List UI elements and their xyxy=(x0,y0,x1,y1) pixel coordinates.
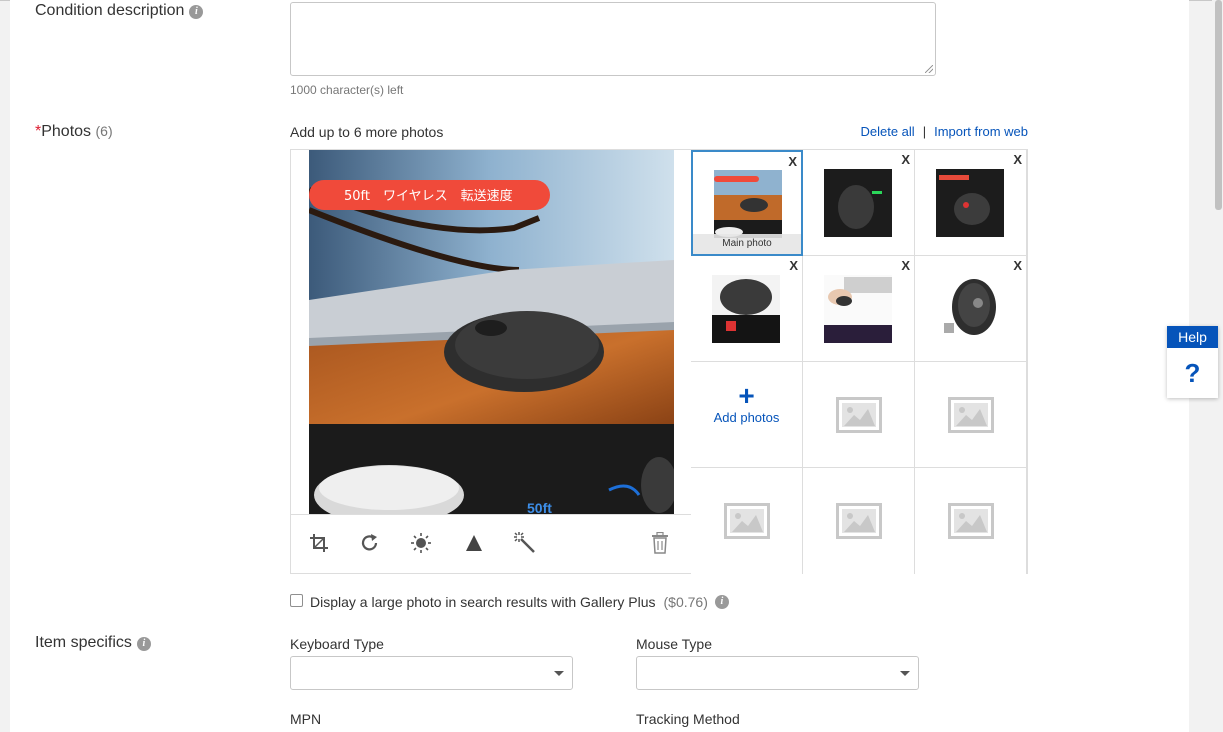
auto-enhance-wand-icon[interactable] xyxy=(512,530,538,556)
image-placeholder-icon xyxy=(948,397,994,433)
mpn-label: MPN xyxy=(290,711,322,727)
photo-banner-text: 50ft ワイヤレス 転送速度 xyxy=(344,189,513,204)
image-placeholder-icon xyxy=(948,503,994,539)
crop-icon[interactable] xyxy=(306,530,332,556)
image-placeholder-icon xyxy=(724,503,770,539)
add-photos-hint: Add up to 6 more photos xyxy=(290,124,444,140)
condition-description-label: Condition description i xyxy=(35,2,204,20)
info-icon[interactable]: i xyxy=(714,595,729,609)
info-icon[interactable]: i xyxy=(189,5,204,19)
empty-photo-slot[interactable] xyxy=(915,362,1027,468)
photo-thumb-main[interactable]: Main photo X xyxy=(691,150,803,256)
resize-grip-icon[interactable] xyxy=(925,65,933,73)
large-photo-preview: 50ft ワイヤレス 転送速度 50ft xyxy=(309,150,674,514)
condition-description-textarea[interactable] xyxy=(290,2,936,76)
remove-photo-2-button[interactable]: X xyxy=(901,152,910,167)
help-widget[interactable]: Help ? xyxy=(1167,326,1218,398)
link-separator: | xyxy=(922,124,927,139)
item-specifics-label: Item specifics i xyxy=(35,634,151,652)
add-photos-label: Add photos xyxy=(713,410,780,425)
item-specifics-text: Item specifics xyxy=(35,634,132,651)
photo-thumbnail-grid: Main photo X X X X X X + Add photos xyxy=(691,149,1028,574)
mouse-type-label: Mouse Type xyxy=(636,636,713,652)
delete-all-link[interactable]: Delete all xyxy=(860,124,914,139)
thumb-image xyxy=(824,275,892,343)
empty-photo-slot[interactable] xyxy=(803,468,915,574)
help-label[interactable]: Help xyxy=(1167,326,1218,348)
thumb-image xyxy=(936,275,1004,343)
brightness-icon[interactable] xyxy=(408,530,434,556)
delete-photo-trash-icon[interactable] xyxy=(647,530,673,556)
import-from-web-link[interactable]: Import from web xyxy=(934,124,1028,139)
photo-thumb-4[interactable]: X xyxy=(691,256,803,362)
photo-thumb-2[interactable]: X xyxy=(803,150,915,256)
remove-photo-3-button[interactable]: X xyxy=(1013,152,1022,167)
plus-icon: + xyxy=(738,380,755,411)
photo-badge-text: 50ft xyxy=(527,500,552,514)
chevron-down-icon xyxy=(554,671,564,676)
remove-photo-6-button[interactable]: X xyxy=(1013,258,1022,273)
thumb-image xyxy=(712,275,780,343)
photo-thumb-3[interactable]: X xyxy=(915,150,1027,256)
keyboard-type-select[interactable] xyxy=(290,656,573,690)
contrast-icon[interactable] xyxy=(461,530,487,556)
empty-photo-slot[interactable] xyxy=(691,468,803,574)
gallery-plus-label[interactable]: Display a large photo in search results … xyxy=(310,594,656,610)
remove-photo-1-button[interactable]: X xyxy=(788,154,797,169)
photo-thumb-5[interactable]: X xyxy=(803,256,915,362)
tracking-method-label: Tracking Method xyxy=(636,711,740,727)
image-placeholder-icon xyxy=(836,503,882,539)
photo-thumb-6[interactable]: X xyxy=(915,256,1027,362)
photo-edit-toolbar xyxy=(291,514,691,573)
photo-actions: Delete all | Import from web xyxy=(860,124,1028,139)
remove-photo-5-button[interactable]: X xyxy=(901,258,910,273)
add-photos-button[interactable]: + Add photos xyxy=(691,362,803,468)
keyboard-type-label: Keyboard Type xyxy=(290,636,384,652)
remove-photo-4-button[interactable]: X xyxy=(789,258,798,273)
image-placeholder-icon xyxy=(836,397,882,433)
info-icon[interactable]: i xyxy=(136,637,151,651)
gallery-plus-checkbox[interactable] xyxy=(290,593,303,607)
photos-count: (6) xyxy=(95,123,113,139)
chevron-down-icon xyxy=(900,671,910,676)
thumb-image xyxy=(936,169,1004,237)
main-photo-label: Main photo xyxy=(693,234,801,254)
rotate-icon[interactable] xyxy=(357,530,383,556)
characters-left: 1000 character(s) left xyxy=(290,83,404,97)
gallery-plus-price: ($0.76) xyxy=(663,594,708,610)
empty-photo-slot[interactable] xyxy=(803,362,915,468)
empty-photo-slot[interactable] xyxy=(915,468,1027,574)
thumb-image xyxy=(824,169,892,237)
condition-description-text: Condition description xyxy=(35,2,185,19)
page-scrollbar-thumb[interactable] xyxy=(1215,0,1222,210)
photos-label: *Photos (6) xyxy=(35,123,113,141)
thumb-image xyxy=(714,170,782,238)
gallery-plus-option: Display a large photo in search results … xyxy=(290,593,729,610)
help-question-icon[interactable]: ? xyxy=(1167,358,1218,389)
mouse-type-select[interactable] xyxy=(636,656,919,690)
photos-label-text: Photos xyxy=(41,123,92,140)
photo-viewer: 50ft ワイヤレス 転送速度 50ft xyxy=(290,149,692,574)
